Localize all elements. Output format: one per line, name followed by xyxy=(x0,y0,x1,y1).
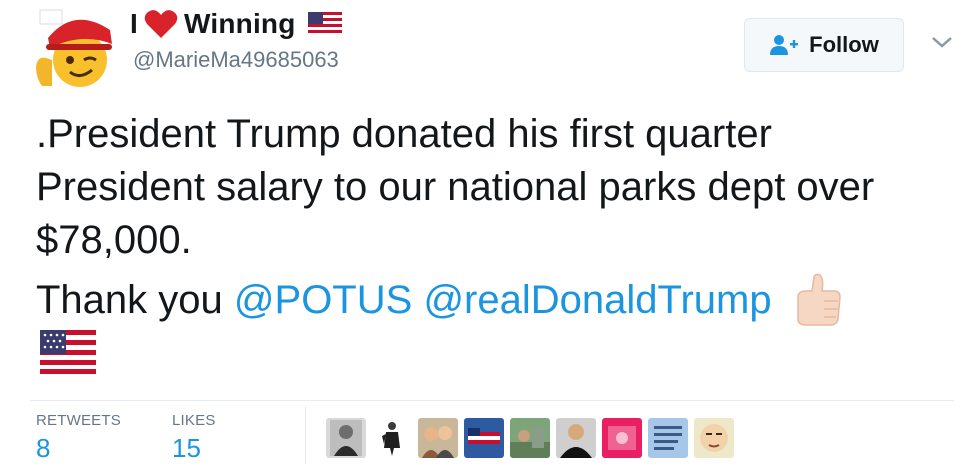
stat-divider xyxy=(305,406,306,464)
tweet-text: .President Trump donated his first quart… xyxy=(36,108,956,327)
follow-button-label: Follow xyxy=(809,32,879,57)
likes-stat[interactable]: LIKES 15 xyxy=(172,412,216,464)
liker-avatar-4[interactable] xyxy=(464,418,504,458)
liker-avatar-9[interactable] xyxy=(694,418,734,458)
author-display-name[interactable]: I Winning xyxy=(130,8,342,40)
liker-avatar-8[interactable] xyxy=(648,418,688,458)
liker-avatar-3[interactable] xyxy=(418,418,458,458)
tweet-card: I Winning @MarieMa49685063 Follow .Presi… xyxy=(0,0,976,467)
mention-realdonaldtrump-link[interactable]: @realDonaldTrump xyxy=(423,274,771,327)
tweet-text-body: .President Trump donated his first quart… xyxy=(36,112,875,262)
chevron-down-icon[interactable] xyxy=(930,34,954,50)
tweet-thanks-line: Thank you @POTUS @realDonaldTrump xyxy=(36,273,956,327)
liker-avatar-5[interactable] xyxy=(510,418,550,458)
liker-avatar-1[interactable] xyxy=(326,418,366,458)
mention-potus-link[interactable]: @POTUS xyxy=(234,274,412,327)
thanks-text: Thank you xyxy=(36,277,223,322)
likes-count: 15 xyxy=(172,433,201,463)
author-handle[interactable]: @MarieMa49685063 xyxy=(133,47,339,73)
us-flag-icon xyxy=(40,330,96,374)
retweets-count: 8 xyxy=(36,433,51,463)
likes-label: LIKES xyxy=(172,412,216,429)
add-user-icon xyxy=(770,35,799,55)
retweets-stat[interactable]: RETWEETS 8 xyxy=(36,412,121,464)
follow-button[interactable]: Follow xyxy=(744,18,904,72)
liker-avatar-7[interactable] xyxy=(602,418,642,458)
thumbs-up-icon xyxy=(796,273,841,326)
author-avatar[interactable] xyxy=(34,8,116,90)
display-name-word: Winning xyxy=(183,8,296,39)
emoji-maga-hat-wink-avatar xyxy=(36,9,112,87)
display-name-letter: I xyxy=(130,8,138,39)
red-heart-icon xyxy=(144,10,178,38)
likers-avatar-row xyxy=(326,418,734,458)
retweets-label: RETWEETS xyxy=(36,412,121,429)
divider xyxy=(30,400,954,401)
liker-avatar-2[interactable] xyxy=(372,418,412,458)
us-flag-icon xyxy=(307,12,342,36)
liker-avatar-6[interactable] xyxy=(556,418,596,458)
